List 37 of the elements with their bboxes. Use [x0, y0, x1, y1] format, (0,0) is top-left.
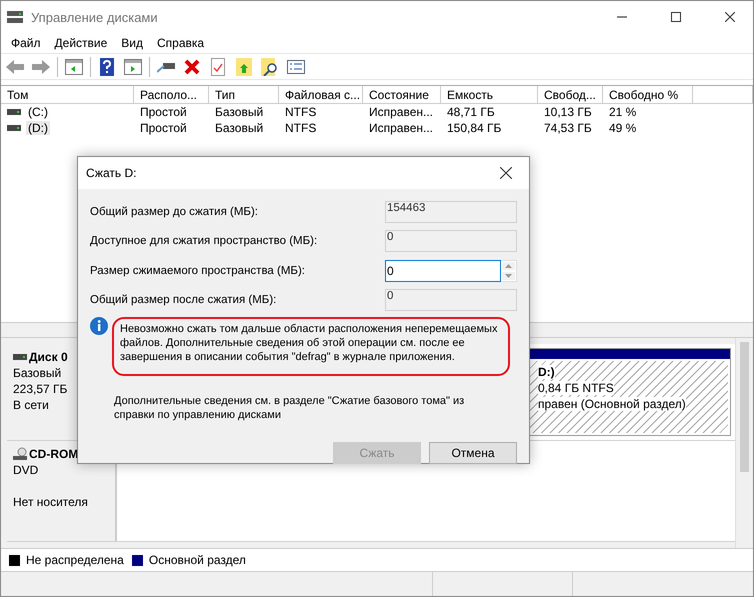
- disk-status: В сети: [13, 398, 50, 412]
- disk-size: 223,57 ГБ: [13, 382, 68, 396]
- help-text: Дополнительные сведения см. в разделе "Сжатие базового тома" из справки по управлению дисками: [114, 394, 466, 422]
- field-label: Общий размер до сжатия (МБ):: [90, 206, 258, 218]
- readonly-field: 0: [385, 230, 517, 252]
- table-cell-text: Исправен...: [368, 104, 434, 120]
- table-cell-text: 49 %: [608, 120, 638, 136]
- error-message: Невозможно сжать том дальше области расположения неперемещаемых файлов. Дополнительные сведения об этой операции см. после ее завершения в описании события "defrag" в журнале приложения.: [112, 317, 510, 376]
- disk-name: Диск 0: [29, 350, 68, 364]
- table-cell-text: 10,13 ГБ: [543, 104, 593, 120]
- field-label: Доступное для сжатия пространство (МБ):: [90, 235, 318, 248]
- readonly-field: 0: [385, 289, 517, 312]
- field-label: Общий размер после сжатия (МБ):: [90, 294, 276, 306]
- table-cell-text: 150,84 ГБ: [446, 120, 502, 136]
- table-cell-text: Простой: [139, 120, 188, 136]
- table-cell-text: Базовый: [214, 120, 264, 136]
- table-cell-text: 21 %: [608, 104, 638, 120]
- table-cell-text: Исправен...: [368, 120, 434, 136]
- table-cell-text: NTFS: [284, 120, 318, 136]
- table-cell-text: 48,71 ГБ: [446, 104, 496, 120]
- legend-label: Не распределена: [26, 553, 124, 567]
- field-label: Размер сжимаемого пространства (МБ):: [90, 264, 305, 277]
- partition-text: D:): [538, 365, 555, 379]
- legend-label: Основной раздел: [148, 553, 246, 567]
- partition-text: правен (Основной раздел): [538, 397, 686, 411]
- table-cell-text: 74,53 ГБ: [543, 120, 593, 136]
- readonly-field: 154463: [385, 200, 517, 223]
- disk-status: Нет носителя: [13, 495, 89, 509]
- table-cell-text: NTFS: [284, 104, 318, 120]
- partition-text: 0,84 ГБ NTFS: [538, 381, 614, 395]
- disk-type: DVD: [13, 463, 40, 477]
- table-cell-text: Простой: [139, 104, 188, 120]
- dialog-title: Сжать D:: [86, 166, 138, 180]
- disk-name: CD-ROM: [29, 447, 78, 461]
- table-cell-text: Базовый: [214, 104, 264, 120]
- window-title: Управление дисками: [31, 10, 159, 24]
- disk-type: Базовый: [13, 366, 62, 380]
